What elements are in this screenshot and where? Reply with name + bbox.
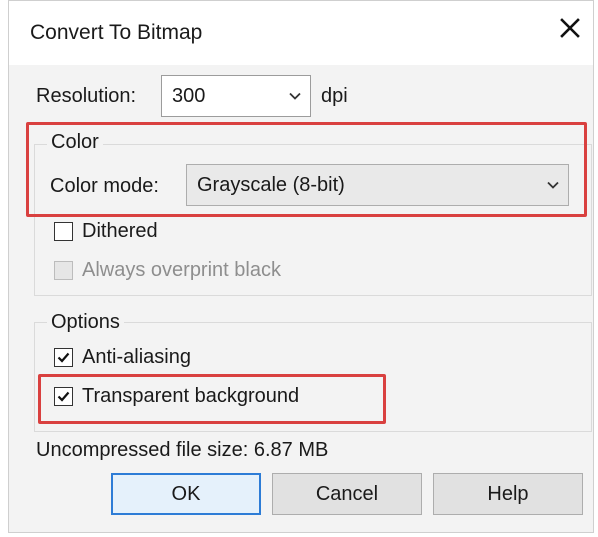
chevron-down-icon — [547, 181, 559, 189]
ok-button-label: OK — [171, 482, 201, 505]
options-group — [34, 322, 592, 432]
always-overprint-black-checkbox — [54, 261, 73, 280]
resolution-combo[interactable]: 300 — [161, 75, 311, 117]
ok-button[interactable]: OK — [111, 473, 261, 515]
help-button-label: Help — [487, 482, 529, 505]
checkmark-icon — [57, 352, 70, 363]
always-overprint-black-label: Always overprint black — [82, 259, 281, 281]
resolution-label: Resolution: — [36, 85, 137, 107]
options-group-legend: Options — [47, 311, 124, 334]
cancel-button-label: Cancel — [315, 482, 379, 505]
color-mode-value: Grayscale (8-bit) — [197, 173, 345, 196]
title-bar: Convert To Bitmap — [9, 1, 593, 65]
dithered-label: Dithered — [82, 220, 158, 242]
convert-to-bitmap-dialog: Convert To Bitmap Resolution: 300 dpi Co… — [8, 0, 594, 533]
close-icon — [560, 18, 580, 38]
cancel-button[interactable]: Cancel — [272, 473, 422, 515]
transparent-background-label: Transparent background — [82, 385, 300, 407]
chevron-down-icon — [289, 92, 301, 100]
anti-aliasing-label: Anti-aliasing — [82, 346, 191, 368]
checkmark-icon — [57, 391, 70, 402]
color-group-legend: Color — [47, 131, 103, 154]
color-mode-select[interactable]: Grayscale (8-bit) — [186, 164, 569, 206]
transparent-background-checkbox[interactable] — [54, 387, 73, 406]
anti-aliasing-checkbox[interactable] — [54, 348, 73, 367]
close-button[interactable] — [553, 11, 587, 45]
resolution-unit: dpi — [321, 85, 348, 107]
color-mode-label: Color mode: — [50, 175, 159, 197]
file-size-text: Uncompressed file size: 6.87 MB — [36, 439, 329, 461]
help-button[interactable]: Help — [433, 473, 583, 515]
dialog-title: Convert To Bitmap — [30, 21, 203, 44]
dithered-checkbox[interactable] — [54, 222, 73, 241]
resolution-value: 300 — [172, 84, 206, 107]
